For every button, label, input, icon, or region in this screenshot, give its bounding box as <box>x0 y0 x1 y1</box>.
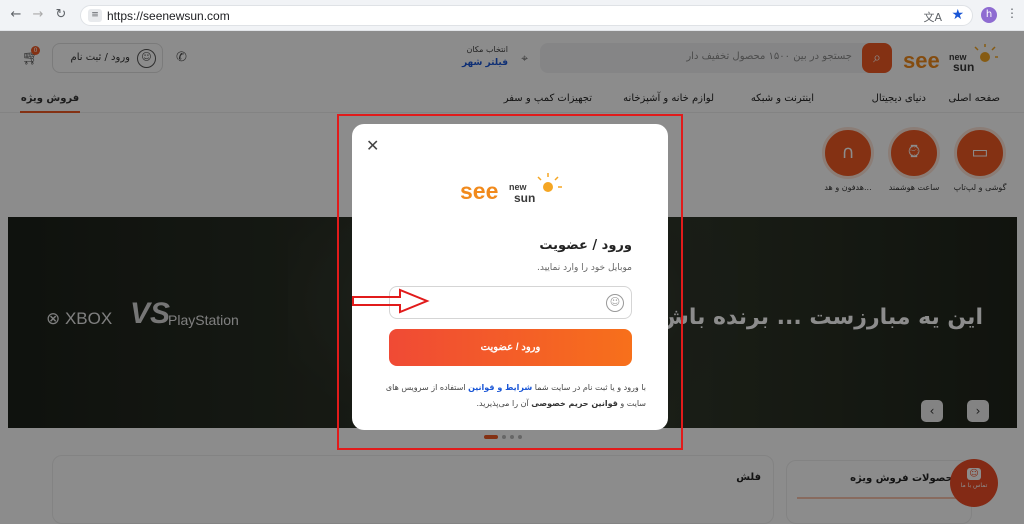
highlight-box <box>337 114 683 450</box>
back-icon[interactable]: ← <box>8 7 24 23</box>
translate-icon[interactable]: 文A <box>923 9 942 25</box>
address-bar[interactable]: ≡ https://seenewsun.com 文A ★ <box>80 5 973 26</box>
highlight-arrow-icon <box>352 288 430 314</box>
bookmark-star-icon[interactable]: ★ <box>951 7 964 23</box>
forward-icon[interactable]: → <box>30 7 46 23</box>
url-text: https://seenewsun.com <box>107 9 230 23</box>
browser-toolbar: ← → ↻ ≡ https://seenewsun.com 文A ★ h ⋮ <box>0 0 1024 31</box>
site-info-icon[interactable]: ≡ <box>88 9 102 22</box>
profile-avatar[interactable]: h <box>981 7 997 23</box>
menu-icon[interactable]: ⋮ <box>1006 6 1018 20</box>
reload-icon[interactable]: ↻ <box>53 7 69 23</box>
